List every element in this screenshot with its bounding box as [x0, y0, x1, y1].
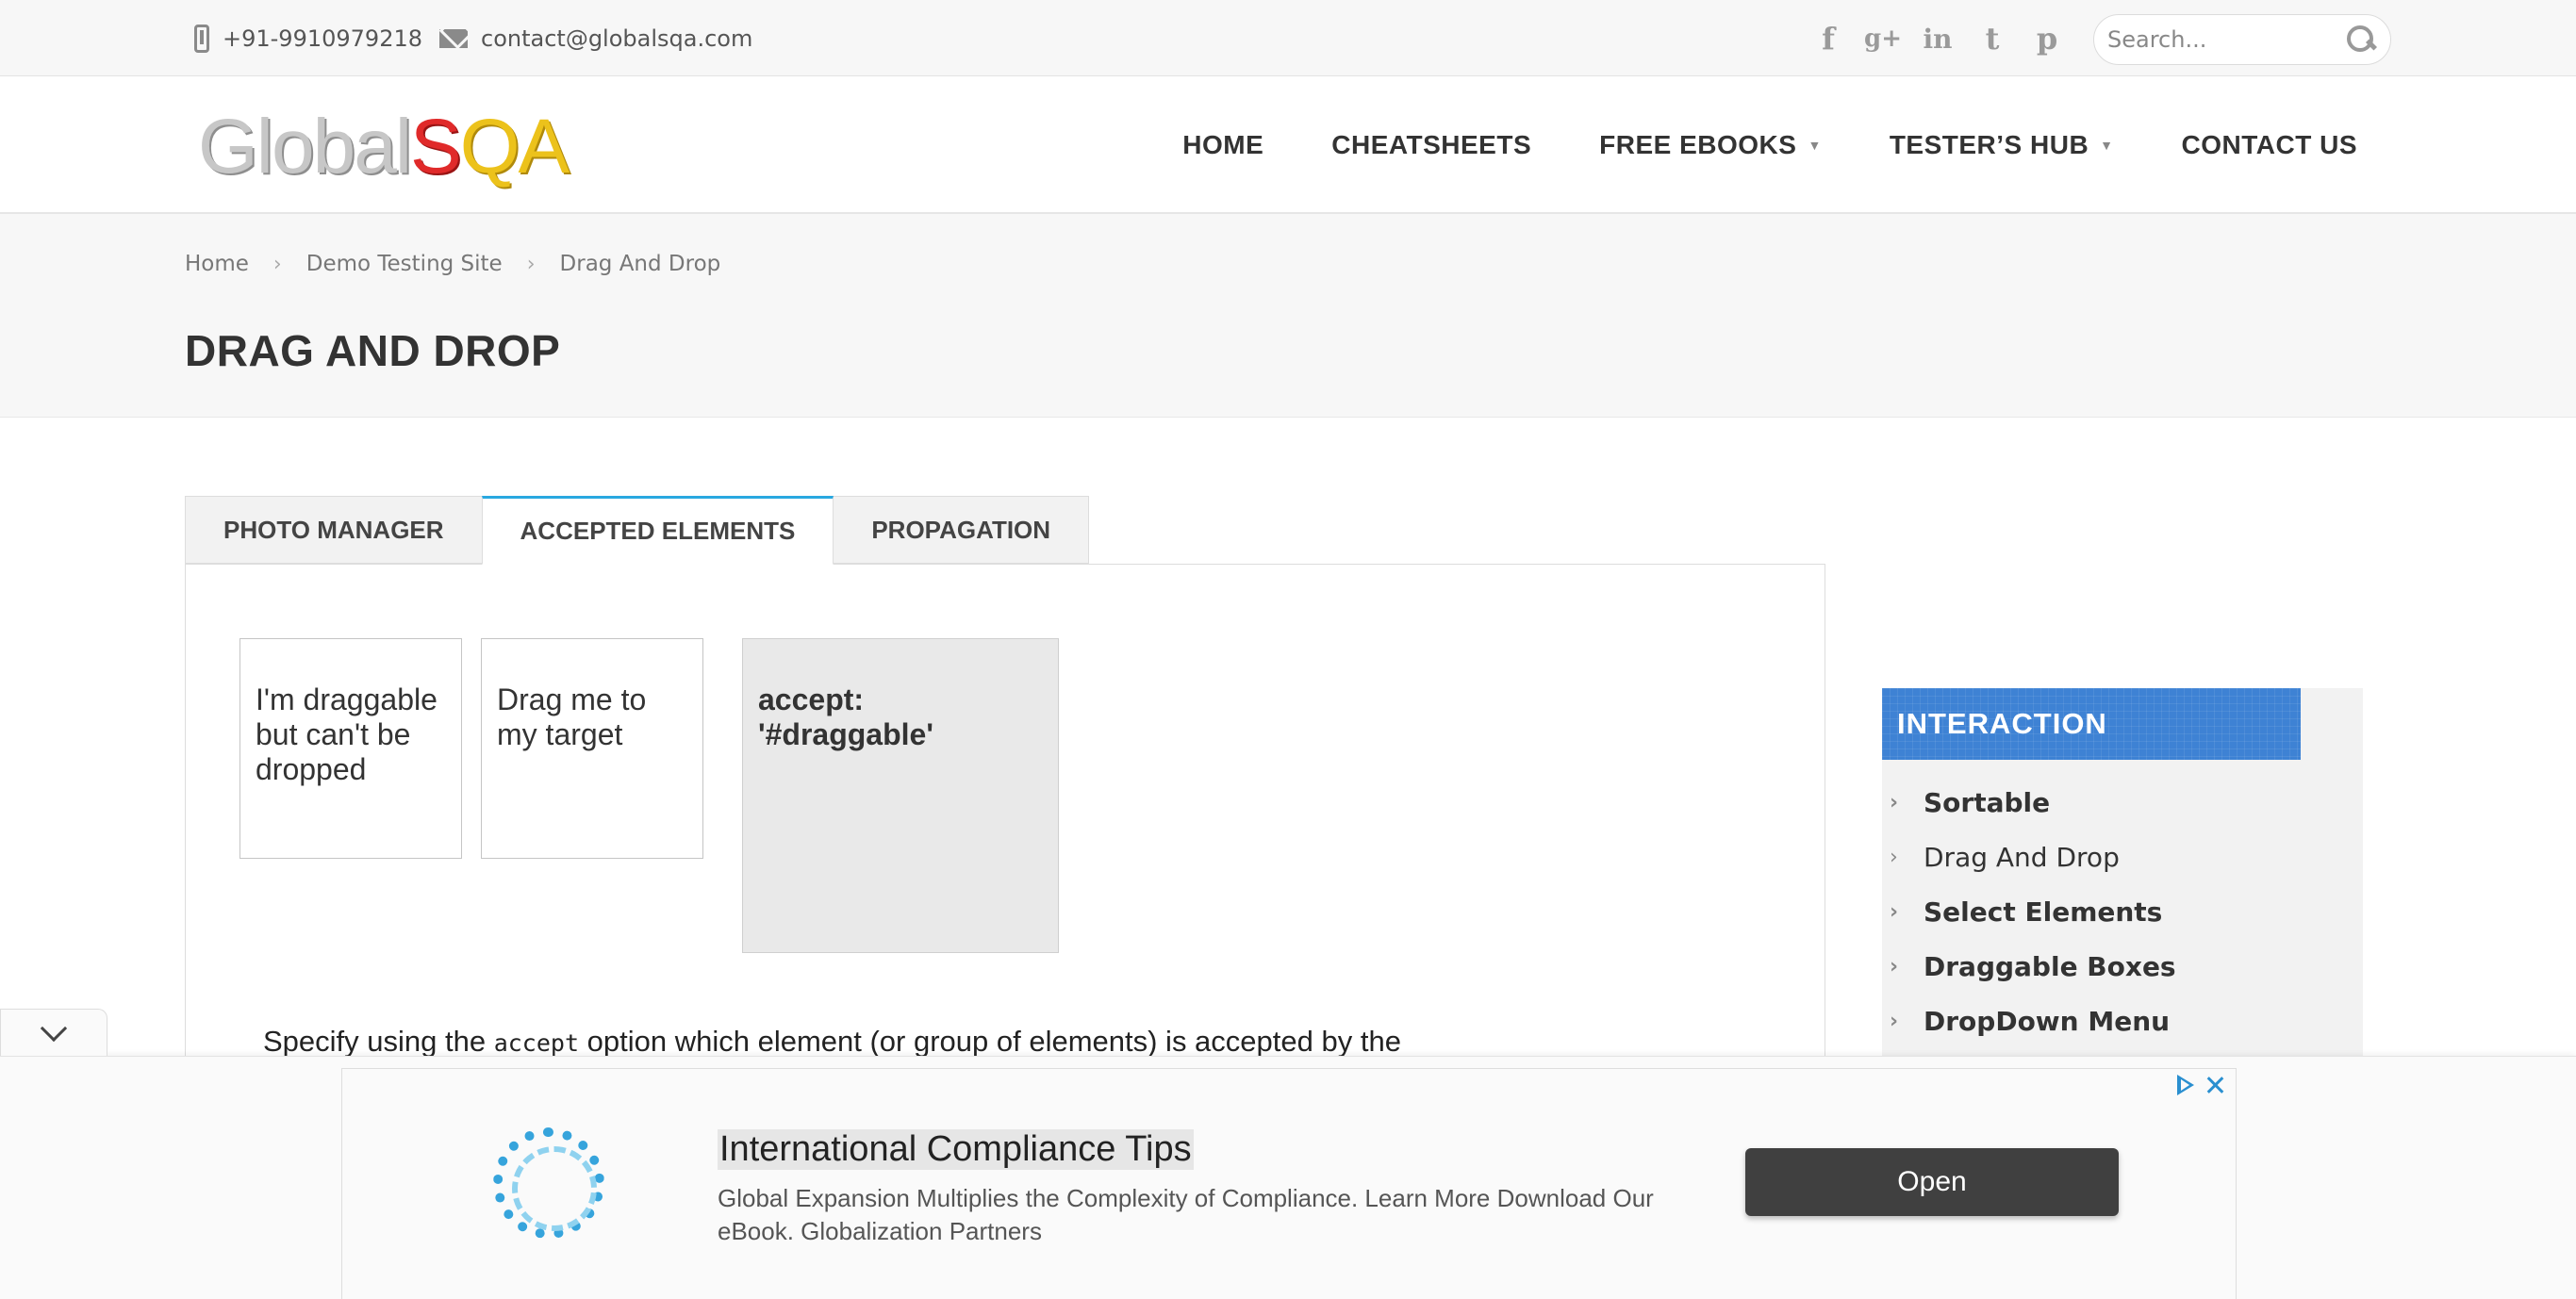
breadcrumb-separator-icon: ›	[272, 252, 282, 276]
ad-title[interactable]: International Compliance Tips	[718, 1129, 1194, 1170]
tab-propagation[interactable]: PROPAGATION	[833, 496, 1090, 564]
phone-contact: +91-9910979218	[194, 23, 422, 55]
sidebar-item-label: Select Elements	[1924, 896, 2163, 928]
ad-collapse-button[interactable]	[0, 1009, 107, 1056]
search-icon[interactable]	[2345, 24, 2377, 56]
chevron-right-icon: ›	[1890, 954, 1899, 978]
pinterest-icon[interactable]: p	[2027, 19, 2067, 58]
sidebar-item-select-elements[interactable]: › Select Elements	[1882, 884, 2176, 939]
email-address[interactable]: contact@globalsqa.com	[481, 25, 752, 52]
sidebar-item-draggable-boxes[interactable]: › Draggable Boxes	[1882, 939, 2176, 994]
sidebar-heading: INTERACTION	[1882, 688, 2301, 760]
google-plus-icon[interactable]: g+	[1863, 19, 1903, 58]
chevron-right-icon: ›	[1890, 1009, 1899, 1033]
sidebar-item-label: Drag And Drop	[1924, 841, 2120, 873]
tab-accepted-elements[interactable]: ACCEPTED ELEMENTS	[481, 496, 834, 565]
close-icon[interactable]	[2202, 1071, 2230, 1099]
top-bar: +91-9910979218 contact@globalsqa.com f g…	[0, 0, 2576, 76]
ad-open-button[interactable]: Open	[1745, 1148, 2119, 1216]
page-title: DRAG AND DROP	[185, 326, 561, 375]
ad-frame[interactable]: International Compliance Tips Global Exp…	[341, 1068, 2237, 1299]
sidebar: INTERACTION › Sortable › Drag And Drop › Se…	[1882, 688, 2363, 1056]
draggable-box[interactable]: Drag me to my target	[481, 638, 703, 859]
sidebar-item-sortable[interactable]: › Sortable	[1882, 775, 2176, 830]
description-code: accept	[493, 1029, 580, 1057]
globalsqa-logo[interactable]: GlobalSQA	[198, 108, 570, 186]
nav-free-ebooks-label: FREE EBOOKS	[1599, 130, 1797, 159]
chevron-right-icon: ›	[1890, 899, 1899, 924]
adchoices-icon[interactable]	[2177, 1075, 2194, 1095]
chevron-right-icon: ›	[1890, 790, 1899, 814]
chevron-down-icon	[40, 1014, 68, 1042]
demo-tabs: PHOTO MANAGER ACCEPTED ELEMENTS PROPAGAT…	[185, 496, 1090, 565]
phone-number: +91-9910979218	[223, 25, 423, 52]
breadcrumb-home[interactable]: Home	[185, 252, 249, 276]
chevron-down-icon: ▼	[1808, 138, 1822, 153]
logo-text-global: Global	[198, 104, 412, 189]
sidebar-item-label: DropDown Menu	[1924, 1005, 2171, 1037]
logo-text-s: S	[410, 104, 462, 189]
description-text: Specify using the	[263, 1025, 494, 1058]
chevron-right-icon: ›	[1890, 845, 1898, 869]
sidebar-item-label: Draggable Boxes	[1924, 950, 2176, 982]
mail-icon	[439, 29, 468, 48]
site-header: GlobalSQA HOME CHEATSHEETS FREE EBOOKS ▼ …	[0, 76, 2576, 214]
breadcrumb: Home › Demo Testing Site › Drag And Drop	[185, 252, 720, 276]
nav-home[interactable]: HOME	[1182, 130, 1263, 160]
twitter-icon[interactable]: t	[1973, 19, 2012, 58]
demo-description: Specify using the accept option which el…	[263, 1025, 1401, 1059]
nav-testers-hub-label: TESTER’S HUB	[1889, 130, 2089, 159]
tab-photo-manager[interactable]: PHOTO MANAGER	[185, 496, 483, 564]
sidebar-item-label: Sortable	[1924, 786, 2051, 818]
facebook-icon[interactable]: f	[1808, 19, 1848, 58]
description-text: option which element (or group of elemen…	[579, 1025, 1401, 1058]
linkedin-icon[interactable]: in	[1918, 19, 1957, 58]
chevron-down-icon: ▼	[2100, 138, 2114, 153]
main-nav: HOME CHEATSHEETS FREE EBOOKS ▼ TESTER’S H…	[1182, 76, 2357, 214]
nav-testers-hub[interactable]: TESTER’S HUB ▼	[1890, 130, 2114, 160]
anchor-ad-bar: International Compliance Tips Global Exp…	[0, 1056, 2576, 1299]
social-links: f g+ in t p	[1808, 19, 2067, 58]
search-box	[2093, 14, 2391, 65]
nav-cheatsheets[interactable]: CHEATSHEETS	[1331, 130, 1531, 160]
breadcrumb-separator-icon: ›	[526, 252, 536, 276]
non-valid-draggable[interactable]: I'm draggable but can't be dropped	[239, 638, 462, 859]
sidebar-list: › Sortable › Drag And Drop › Select Element…	[1882, 775, 2176, 1048]
ad-body: Global Expansion Multiplies the Complexi…	[718, 1184, 1654, 1245]
page-title-band: Home › Demo Testing Site › Drag And Drop…	[0, 214, 2576, 418]
breadcrumb-current: Drag And Drop	[559, 252, 721, 276]
droppable-target[interactable]: accept: '#draggable'	[742, 638, 1059, 953]
nav-free-ebooks[interactable]: FREE EBOOKS ▼	[1599, 130, 1822, 160]
breadcrumb-demo-testing-site[interactable]: Demo Testing Site	[306, 252, 503, 276]
search-input[interactable]	[2107, 26, 2334, 53]
advertiser-logo[interactable]	[493, 1127, 604, 1239]
email-contact[interactable]: contact@globalsqa.com	[439, 23, 752, 55]
nav-contact-us[interactable]: CONTACT US	[2182, 130, 2357, 160]
logo-text-qa: QA	[459, 104, 570, 189]
phone-icon	[194, 25, 209, 53]
sidebar-item-drag-and-drop[interactable]: › Drag And Drop	[1882, 830, 2176, 884]
sidebar-item-dropdown-menu[interactable]: › DropDown Menu	[1882, 994, 2176, 1048]
